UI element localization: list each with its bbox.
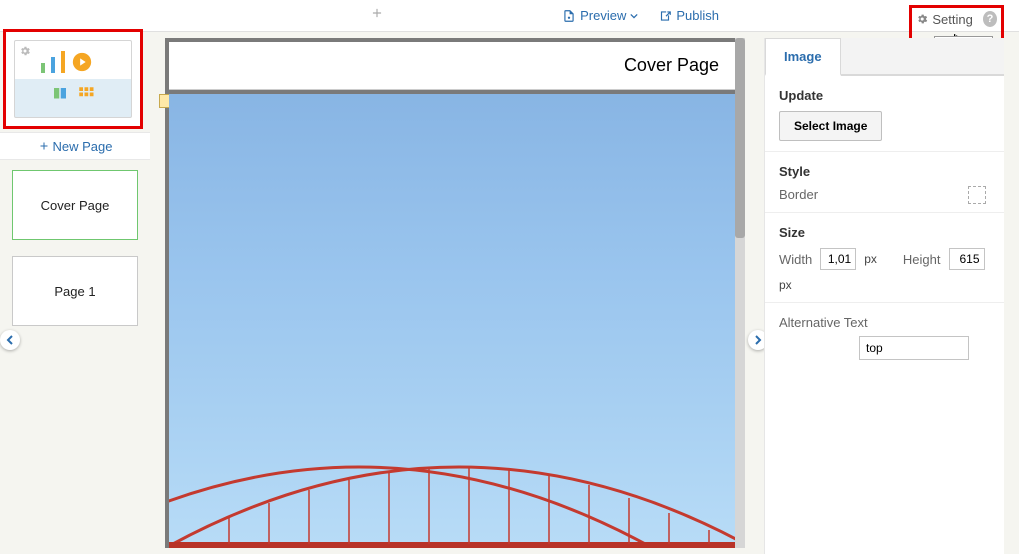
page-thumb-1[interactable]: Page 1 (12, 256, 138, 326)
width-unit: px (864, 252, 877, 266)
widget-chart-icon (41, 51, 93, 73)
section-size: Size Width px Height px (765, 213, 1004, 303)
canvas-image[interactable] (169, 94, 739, 548)
left-sidebar: New Page Cover Page Page 1 (0, 32, 150, 554)
grid-icon (77, 85, 95, 103)
section-alt-text: Alternative Text (765, 303, 1004, 370)
publish-label: Publish (676, 8, 719, 23)
canvas-title-bar: Cover Page (169, 42, 739, 90)
setting-label[interactable]: Setting (932, 12, 972, 27)
vertical-scrollbar[interactable] (735, 38, 745, 548)
plus-icon (370, 6, 384, 20)
properties-tabs: Image (765, 38, 1004, 76)
page-thumb-cover[interactable]: Cover Page (12, 170, 138, 240)
border-label: Border (779, 187, 990, 202)
style-heading: Style (779, 164, 990, 179)
properties-panel: Image Update Select Image Style Border S… (764, 38, 1004, 554)
tab-image-label: Image (784, 49, 822, 64)
height-unit: px (779, 278, 792, 292)
publish-icon (658, 9, 672, 23)
help-icon[interactable]: ? (983, 11, 997, 27)
alt-heading: Alternative Text (779, 315, 990, 330)
gear-icon[interactable] (916, 12, 928, 26)
update-heading: Update (779, 88, 990, 103)
select-image-button[interactable]: Select Image (779, 111, 882, 141)
height-input[interactable] (949, 248, 985, 270)
new-page-label: New Page (53, 139, 113, 154)
chevron-down-icon (630, 12, 638, 20)
width-input[interactable] (820, 248, 856, 270)
scrollbar-thumb[interactable] (735, 38, 745, 238)
section-style: Style Border (765, 152, 1004, 213)
play-circle-icon (71, 51, 93, 73)
add-page-plus[interactable] (370, 6, 384, 23)
height-label: Height (903, 252, 941, 267)
preview-icon (562, 9, 576, 23)
size-heading: Size (779, 225, 990, 240)
page-thumb-label: Page 1 (54, 284, 95, 299)
gear-icon (19, 45, 31, 57)
widget-palette-highlight (3, 29, 143, 129)
publish-button[interactable]: Publish (658, 8, 719, 23)
border-swatch[interactable] (968, 186, 986, 204)
alt-text-input[interactable] (859, 336, 969, 360)
tab-spacer (841, 38, 1004, 75)
top-toolbar: Preview Publish (0, 0, 1019, 32)
preview-label: Preview (580, 8, 626, 23)
collapse-left-button[interactable] (0, 330, 20, 350)
page-thumbnails: Cover Page Page 1 (0, 160, 150, 336)
plus-icon (38, 140, 50, 152)
page-thumb-label: Cover Page (41, 198, 110, 213)
chevron-left-icon (5, 335, 15, 345)
bridge-graphic (169, 448, 739, 548)
section-update: Update Select Image (765, 76, 1004, 152)
book-icon (51, 85, 69, 103)
widget-palette[interactable] (14, 40, 132, 118)
canvas-title: Cover Page (624, 55, 719, 76)
new-page-button[interactable]: New Page (0, 132, 150, 160)
tab-image[interactable]: Image (765, 38, 841, 76)
width-label: Width (779, 252, 812, 267)
chevron-right-icon (753, 335, 763, 345)
canvas-area[interactable]: Cover Page (165, 38, 745, 548)
preview-button[interactable]: Preview (562, 8, 638, 23)
